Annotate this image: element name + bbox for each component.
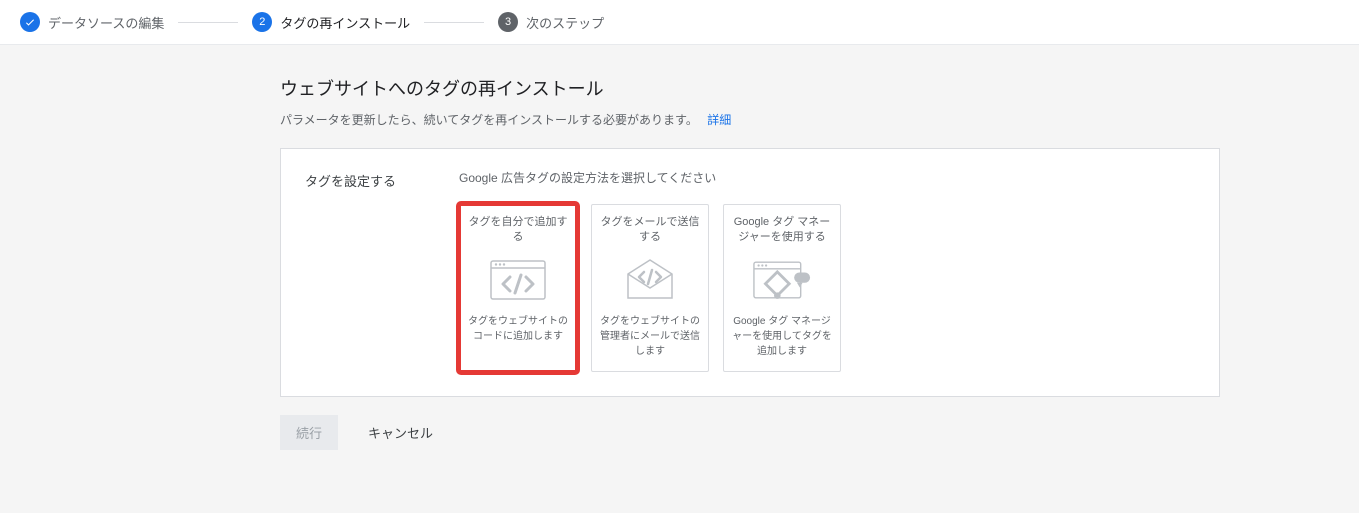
- mail-code-icon: [621, 260, 679, 300]
- cancel-button[interactable]: キャンセル: [352, 415, 449, 450]
- page-title: ウェブサイトへのタグの再インストール: [280, 75, 1220, 101]
- check-icon: [20, 12, 40, 32]
- step-number-icon: 3: [498, 12, 518, 32]
- stepper: データソースの編集 2 タグの再インストール 3 次のステップ: [0, 0, 1359, 45]
- step-2[interactable]: 2 タグの再インストール: [252, 12, 410, 32]
- option-email-tag[interactable]: タグをメールで送信する タグをウェブサイトの管理者にメールで送信します: [591, 204, 709, 372]
- option-list: タグを自分で追加する タグをウェブサイトのコードに追加します: [459, 204, 1195, 372]
- code-window-icon: [489, 260, 547, 300]
- step-label: データソースの編集: [48, 13, 164, 32]
- step-label: 次のステップ: [526, 13, 604, 32]
- setup-card: タグを設定する Google 広告タグの設定方法を選択してください タグを自分で…: [280, 148, 1220, 397]
- step-separator: [424, 22, 484, 23]
- step-number-icon: 2: [252, 12, 272, 32]
- subtitle-text: パラメータを更新したら、続いてタグを再インストールする必要があります。: [280, 113, 698, 127]
- step-3[interactable]: 3 次のステップ: [498, 12, 604, 32]
- option-desc: タグをウェブサイトのコードに追加します: [468, 314, 568, 344]
- page-subtitle: パラメータを更新したら、続いてタグを再インストールする必要があります。 詳細: [280, 111, 1220, 128]
- main-content: ウェブサイトへのタグの再インストール パラメータを更新したら、続いてタグを再イン…: [280, 75, 1220, 450]
- option-gtm[interactable]: Google タグ マネージャーを使用する: [723, 204, 841, 372]
- learn-more-link[interactable]: 詳細: [707, 113, 731, 127]
- action-row: 続行 キャンセル: [280, 415, 1220, 450]
- option-desc: Google タグ マネージャーを使用してタグを追加します: [732, 314, 832, 359]
- option-desc: タグをウェブサイトの管理者にメールで送信します: [600, 314, 700, 359]
- gtm-window-icon: [753, 260, 811, 300]
- step-label: タグの再インストール: [280, 13, 410, 32]
- section-label: タグを設定する: [305, 169, 425, 372]
- step-separator: [178, 22, 238, 23]
- option-title: タグを自分で追加する: [468, 215, 568, 246]
- continue-button[interactable]: 続行: [280, 415, 338, 450]
- option-title: タグをメールで送信する: [600, 215, 700, 246]
- section-hint: Google 広告タグの設定方法を選択してください: [459, 169, 1195, 186]
- option-title: Google タグ マネージャーを使用する: [732, 215, 832, 246]
- option-install-yourself[interactable]: タグを自分で追加する タグをウェブサイトのコードに追加します: [459, 204, 577, 372]
- step-1[interactable]: データソースの編集: [20, 12, 164, 32]
